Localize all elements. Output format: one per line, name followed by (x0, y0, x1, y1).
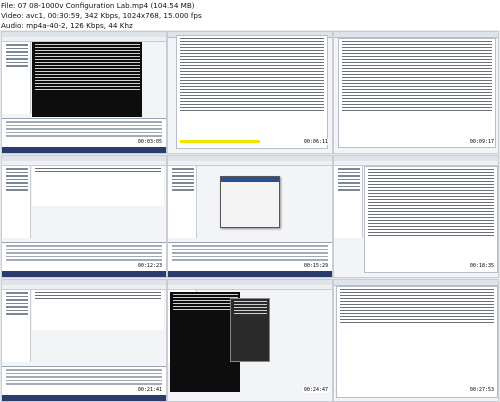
navigation-tree (2, 290, 31, 362)
navigation-tree (2, 166, 31, 238)
thumbnail-7[interactable]: 00:21:41 (1, 279, 167, 402)
ssh-terminal-window (32, 42, 142, 117)
navigation-tree (334, 166, 363, 238)
timestamp: 00:27:53 (468, 387, 495, 393)
timestamp: 00:12:23 (136, 263, 163, 269)
thumbnail-8[interactable]: 00:24:47 (167, 279, 333, 402)
timestamp: 00:03:05 (136, 139, 163, 145)
properties-dialog (220, 176, 280, 228)
output-text-document (364, 166, 498, 273)
timestamp: 00:06:11 (302, 139, 329, 145)
file-name-line: File: 07 08-1000v Configuration Lab.mp4 … (1, 1, 195, 10)
config-text-document (336, 286, 498, 398)
config-text-document (176, 35, 328, 149)
thumbnail-6[interactable]: 00:18:35 (333, 155, 499, 278)
file-info-header: File: 07 08-1000v Configuration Lab.mp4 … (0, 0, 500, 30)
main-pane (32, 166, 164, 206)
navigation-tree (2, 42, 31, 114)
thumbnail-5[interactable]: 00:15:29 (167, 155, 333, 278)
status-bar (168, 271, 332, 277)
thumbnail-2[interactable]: 00:06:11 (167, 31, 333, 154)
status-bar (2, 147, 166, 153)
video-info-line: Video: avc1, 00:30:59, 342 Kbps, 1024x76… (1, 11, 202, 20)
timestamp: 00:21:41 (136, 387, 163, 393)
timestamp: 00:24:47 (302, 387, 329, 393)
navigation-tree (168, 166, 197, 238)
timestamp: 00:09:17 (468, 139, 495, 145)
thumbnail-3[interactable]: 00:09:17 (333, 31, 499, 154)
main-pane (32, 290, 164, 330)
thumbnail-1[interactable]: 00:03:05 (1, 31, 167, 154)
console-window (230, 298, 270, 362)
highlighted-line (180, 140, 260, 143)
timestamp: 00:18:35 (468, 263, 495, 269)
status-bar (2, 395, 166, 401)
thumbnail-9[interactable]: 00:27:53 (333, 279, 499, 402)
thumbnail-4[interactable]: 00:12:23 (1, 155, 167, 278)
timestamp: 00:15:29 (302, 263, 329, 269)
audio-info-line: Audio: mp4a-40-2, 126 Kbps, 44 Khz (1, 21, 133, 30)
config-text-document (338, 38, 496, 148)
thumbnail-grid: 00:03:05 00:06:11 00:09:17 00:12:23 00:1… (0, 30, 500, 402)
status-bar (2, 271, 166, 277)
